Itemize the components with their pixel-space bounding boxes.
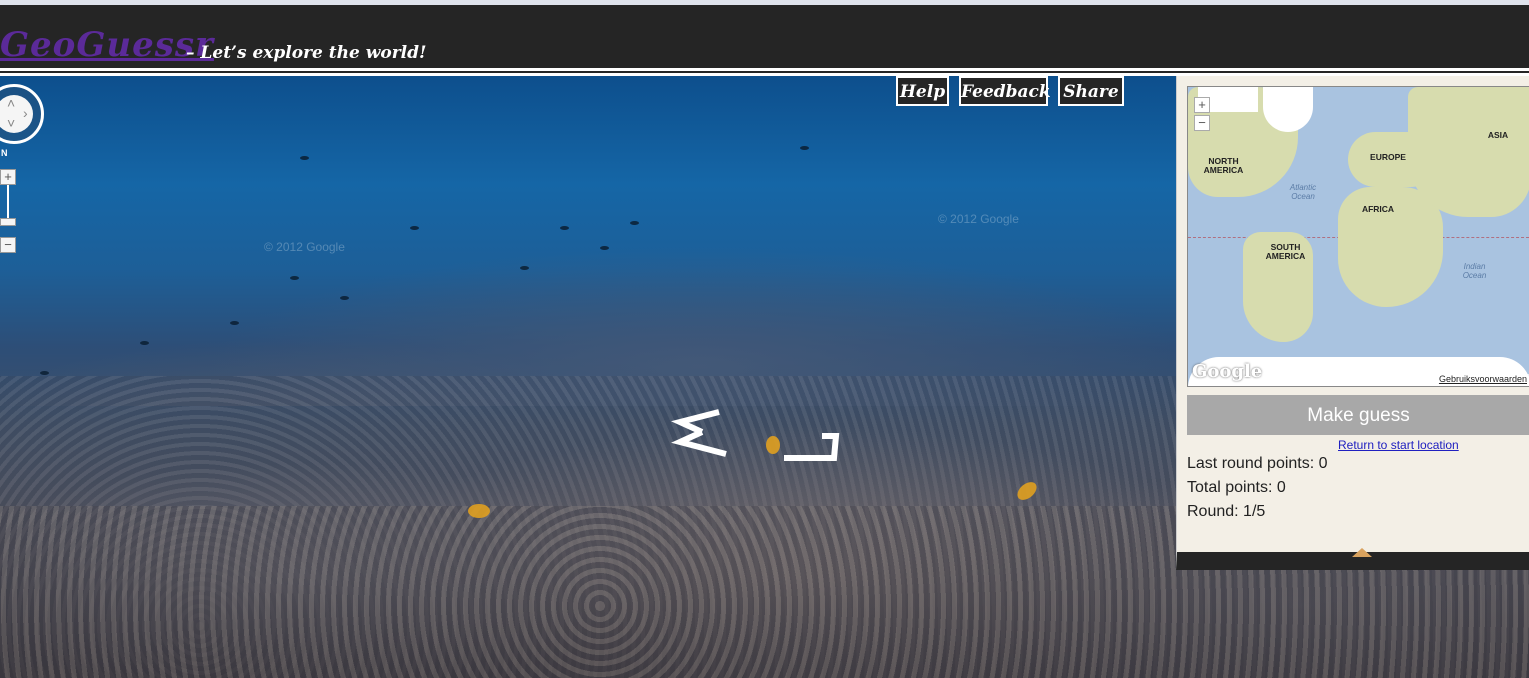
last-round-points: Last round points: 0 xyxy=(1187,455,1328,472)
fish xyxy=(560,226,569,230)
tagline: – Let’s explore the world! xyxy=(186,43,427,63)
fish xyxy=(140,341,149,345)
label-south-america: SOUTH AMERICA xyxy=(1265,242,1306,261)
map-zoom-in-button[interactable]: + xyxy=(1194,97,1210,113)
label-europe: EUROPE xyxy=(1370,152,1406,162)
greenland-shape xyxy=(1263,87,1313,132)
label-asia: ASIA xyxy=(1487,130,1509,140)
header-bar: GeoGuessr – Let’s explore the world! xyxy=(0,5,1529,68)
google-logo: Google xyxy=(1192,361,1263,382)
label-africa: AFRICA xyxy=(1361,204,1395,214)
map-terms-link[interactable]: Gebruiksvoorwaarden xyxy=(1436,374,1529,384)
total-points: Total points: 0 xyxy=(1187,479,1286,496)
fish xyxy=(600,246,609,250)
fish xyxy=(40,371,49,375)
fish xyxy=(800,146,809,150)
fish xyxy=(340,296,349,300)
zoom-out-button[interactable]: − xyxy=(0,237,16,253)
return-to-start-link[interactable]: Return to start location xyxy=(1338,438,1459,452)
fish xyxy=(300,156,309,160)
fish xyxy=(290,276,299,280)
round-counter: Round: 1/5 xyxy=(1187,503,1266,520)
chevron-up-icon[interactable]: ˄ xyxy=(7,95,15,111)
label-north-america: NORTH AMERICA xyxy=(1203,156,1244,175)
google-watermark: © 2012 Google xyxy=(938,212,1019,226)
nav-arrow-left-icon[interactable] xyxy=(671,409,727,457)
label-indian-ocean: Indian Ocean xyxy=(1462,262,1487,280)
chevron-down-icon[interactable]: ˅ xyxy=(7,115,15,131)
zoom-slider-handle[interactable] xyxy=(0,218,16,226)
pan-arrows[interactable]: ˄ › ˅ xyxy=(0,95,33,133)
feedback-button[interactable]: Feedback xyxy=(959,76,1051,106)
nav-arrow-right-icon[interactable] xyxy=(784,433,840,461)
compass-north-label: N xyxy=(1,148,8,158)
help-button[interactable]: Help xyxy=(896,76,949,106)
header-separator xyxy=(0,68,1529,76)
fish xyxy=(630,221,639,225)
make-guess-button[interactable]: Make guess xyxy=(1187,395,1529,435)
fish xyxy=(230,321,239,325)
google-watermark: © 2012 Google xyxy=(264,240,345,254)
chevron-right-icon[interactable]: › xyxy=(23,105,28,121)
logo-link[interactable]: GeoGuessr xyxy=(0,25,214,65)
map-zoom-out-button[interactable]: − xyxy=(1194,115,1210,131)
fish xyxy=(520,266,529,270)
yellow-fish xyxy=(468,504,490,518)
label-atlantic-ocean: Atlantic Ocean xyxy=(1289,183,1317,201)
panel-toggle-triangle-icon[interactable] xyxy=(1352,548,1372,557)
asia-shape xyxy=(1408,87,1529,217)
navigation-arrows[interactable] xyxy=(664,406,844,466)
share-button[interactable]: Share xyxy=(1058,76,1124,106)
guess-panel: NORTH AMERICA SOUTH AMERICA EUROPE AFRIC… xyxy=(1176,76,1529,570)
guess-map[interactable]: NORTH AMERICA SOUTH AMERICA EUROPE AFRIC… xyxy=(1187,86,1529,387)
fish xyxy=(410,226,419,230)
zoom-in-button[interactable]: + xyxy=(0,169,16,185)
